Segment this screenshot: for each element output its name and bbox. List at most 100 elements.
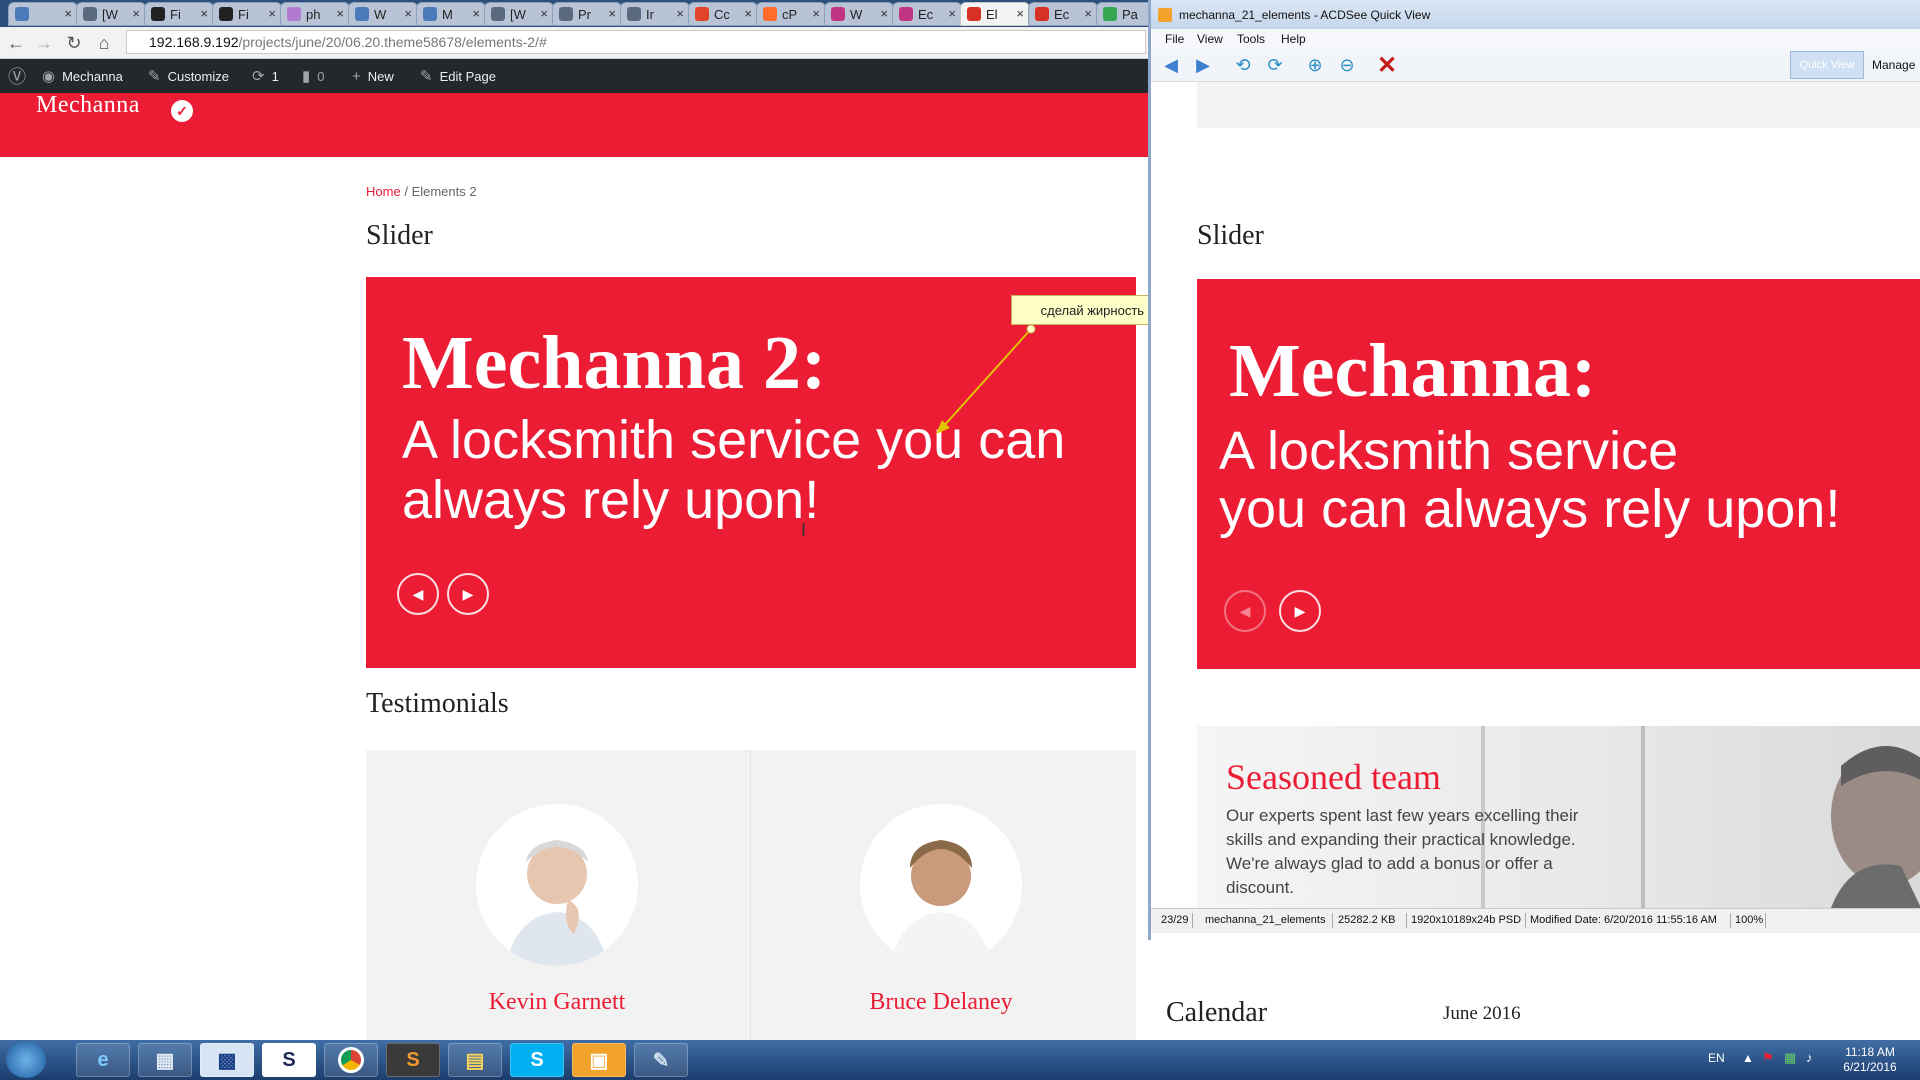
forward-icon[interactable]: → [32, 31, 56, 55]
zoom-out-icon[interactable]: ⊖ [1335, 53, 1359, 77]
close-tab-icon[interactable]: × [880, 6, 888, 21]
browser-tab-label: El [986, 6, 998, 22]
close-tab-icon[interactable]: × [64, 6, 72, 21]
browser-tab[interactable]: [W × [484, 2, 554, 26]
text-editor-icon[interactable]: ✎ [634, 1043, 688, 1077]
menu-file[interactable]: File [1165, 32, 1184, 46]
browser-tab[interactable]: cP × [756, 2, 826, 26]
github-icon [151, 7, 165, 21]
slider-heading: Slider [366, 220, 433, 251]
browser-tab[interactable]: W × [348, 2, 418, 26]
close-tab-icon[interactable]: × [200, 6, 208, 21]
menu-help[interactable]: Help [1281, 32, 1306, 46]
new-label: New [367, 68, 394, 84]
breadcrumb: Home / Elements 2 [366, 184, 477, 199]
browser-tab[interactable]: [W × [76, 2, 146, 26]
previous-image-icon[interactable]: ◀ [1159, 53, 1183, 77]
calculator-icon[interactable]: ▦ [138, 1043, 192, 1077]
close-tab-icon[interactable]: × [1084, 6, 1092, 21]
updates-link[interactable]: ⟳ 1 [252, 59, 279, 93]
status-dimensions: 1920x10189x24b PSD [1411, 914, 1522, 926]
browser-tab-label: Ec [1054, 6, 1070, 22]
breadcrumb-home[interactable]: Home [366, 184, 401, 199]
avatar [860, 804, 1022, 966]
github-icon [219, 7, 233, 21]
close-tab-icon[interactable]: × [404, 6, 412, 21]
cpanel-icon [763, 7, 777, 21]
acdsee-icon[interactable]: ▣ [572, 1043, 626, 1077]
close-tab-icon[interactable]: × [540, 6, 548, 21]
skype-s-icon[interactable]: S [262, 1043, 316, 1077]
menu-tools[interactable]: Tools [1237, 32, 1265, 46]
quick-view-button[interactable]: Quick View [1790, 51, 1864, 79]
network-icon[interactable]: ▦ [1784, 1050, 1796, 1066]
taskbar-clock[interactable]: 11:18 AM 6/21/2016 [1834, 1045, 1906, 1075]
browser-tab[interactable]: W × [824, 2, 894, 26]
start-button-icon[interactable] [6, 1042, 46, 1078]
internet-explorer-icon[interactable]: e [76, 1043, 130, 1077]
close-tab-icon[interactable]: × [336, 6, 344, 21]
delete-icon[interactable]: ✕ [1375, 52, 1399, 79]
close-tab-icon[interactable]: × [744, 6, 752, 21]
preview-prev-button: ◀ [1224, 590, 1266, 632]
rotate-right-icon[interactable]: ⟳ [1263, 53, 1287, 77]
file-explorer-icon[interactable]: ▤ [448, 1043, 502, 1077]
browser-tab[interactable]: × [8, 2, 78, 26]
preview-next-button: ▶ [1279, 590, 1321, 632]
updates-icon: ⟳ [252, 68, 265, 85]
skype-icon[interactable]: S [510, 1043, 564, 1077]
menu-view[interactable]: View [1197, 32, 1223, 46]
back-icon[interactable]: ← [4, 31, 28, 55]
flag-icon[interactable]: ⚑ [1762, 1050, 1774, 1066]
site-header [0, 93, 1150, 157]
browser-tab[interactable]: Ir × [620, 2, 690, 26]
slider-next-button[interactable]: ▶ [447, 573, 489, 615]
manage-button[interactable]: Manage [1872, 51, 1915, 79]
close-tab-icon[interactable]: × [472, 6, 480, 21]
slider-title: Mechanna 2: [402, 321, 827, 405]
browser-tab[interactable]: M × [416, 2, 486, 26]
browser-tab[interactable]: Fi × [144, 2, 214, 26]
calendar-month: June 2016 [1443, 1003, 1521, 1024]
reload-icon[interactable]: ↻ [62, 31, 86, 55]
comments-link[interactable]: ▮ 0 [302, 59, 325, 93]
close-tab-icon[interactable]: × [948, 6, 956, 21]
home-icon[interactable]: ⌂ [92, 31, 116, 55]
wp-icon [559, 7, 573, 21]
save-disk-icon[interactable]: ▩ [200, 1043, 254, 1077]
new-link[interactable]: + New [352, 59, 394, 93]
address-bar[interactable]: 192.168.9.192/projects/june/20/06.20.the… [126, 30, 1146, 54]
slider-prev-button[interactable]: ◀ [397, 573, 439, 615]
volume-icon[interactable]: ♪ [1806, 1050, 1813, 1065]
zoom-in-icon[interactable]: ⊕ [1303, 53, 1327, 77]
browser-tab[interactable]: ph × [280, 2, 350, 26]
customize-link[interactable]: ✎ Customize [148, 59, 229, 93]
browser-tab[interactable]: Ec × [1028, 2, 1098, 26]
rotate-left-icon[interactable]: ⟲ [1231, 53, 1255, 77]
mail-icon [423, 7, 437, 21]
chrome-icon[interactable] [324, 1043, 378, 1077]
browser-tab[interactable]: Cc × [688, 2, 758, 26]
admin-site-link[interactable]: ◉ Mechanna [42, 59, 123, 93]
close-tab-icon[interactable]: × [812, 6, 820, 21]
browser-tab[interactable]: Pr × [552, 2, 622, 26]
tray-expand-icon[interactable]: ▲ [1742, 1051, 1754, 1065]
close-tab-icon[interactable]: × [268, 6, 276, 21]
gmail-icon [1035, 7, 1049, 21]
close-tab-icon[interactable]: × [676, 6, 684, 21]
next-image-icon[interactable]: ▶ [1191, 53, 1215, 77]
status-separator [1332, 913, 1333, 928]
testimonial-name: Bruce Delaney [869, 989, 1013, 1015]
browser-tab[interactable]: Fi × [212, 2, 282, 26]
close-tab-icon[interactable]: × [1016, 6, 1024, 21]
close-tab-icon[interactable]: × [608, 6, 616, 21]
sublime-text-icon[interactable]: S [386, 1043, 440, 1077]
chevron-left-icon: ◀ [1239, 602, 1251, 619]
language-indicator[interactable]: EN [1708, 1051, 1725, 1065]
edit-page-link[interactable]: ✎ Edit Page [420, 59, 496, 93]
site-title[interactable]: Mechanna [36, 92, 140, 119]
browser-tab[interactable]: Ec × [892, 2, 962, 26]
close-tab-icon[interactable]: × [132, 6, 140, 21]
wordpress-logo-icon[interactable]: Ⓥ [8, 59, 33, 93]
browser-tab[interactable]: El × [960, 2, 1030, 26]
